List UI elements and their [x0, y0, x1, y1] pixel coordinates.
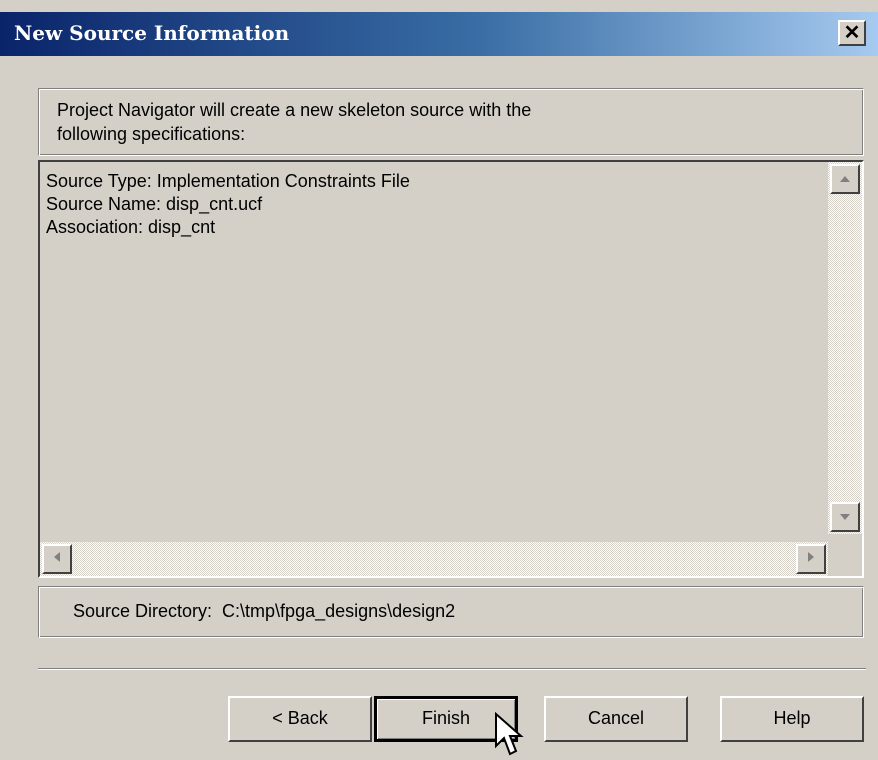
- description-line-1: Project Navigator will create a new skel…: [57, 100, 532, 120]
- left-arrow-icon: [54, 552, 60, 562]
- description-box: Project Navigator will create a new skel…: [38, 88, 864, 156]
- scroll-left-button[interactable]: [42, 544, 72, 574]
- close-icon: ✕: [843, 22, 861, 44]
- vertical-scrollbar[interactable]: [828, 162, 862, 534]
- mouse-pointer-icon: [495, 712, 524, 756]
- specifications-list[interactable]: Source Type: Implementation Constraints …: [38, 160, 864, 578]
- scroll-up-button[interactable]: [830, 164, 860, 194]
- description-line-2: following specifications:: [57, 124, 246, 144]
- up-arrow-icon: [840, 176, 850, 182]
- cancel-button[interactable]: Cancel: [544, 696, 688, 742]
- title-bar[interactable]: New Source Information ✕: [0, 12, 878, 56]
- down-arrow-icon: [840, 514, 850, 520]
- back-button[interactable]: < Back: [228, 696, 372, 742]
- source-name-line: Source Name: disp_cnt.ucf: [46, 194, 263, 214]
- specifications-text: Source Type: Implementation Constraints …: [46, 170, 410, 239]
- scroll-right-button[interactable]: [796, 544, 826, 574]
- description-text: Project Navigator will create a new skel…: [57, 98, 531, 146]
- scroll-down-button[interactable]: [830, 502, 860, 532]
- association-line: Association: disp_cnt: [46, 217, 216, 237]
- source-type-line: Source Type: Implementation Constraints …: [46, 171, 410, 191]
- source-directory-value: C:\tmp\fpga_designs\design2: [222, 601, 456, 621]
- right-arrow-icon: [808, 552, 814, 562]
- horizontal-scrollbar[interactable]: [40, 542, 828, 576]
- scrollbar-corner: [828, 542, 862, 576]
- new-source-dialog: New Source Information ✕ Project Navigat…: [0, 0, 878, 760]
- close-button[interactable]: ✕: [838, 20, 866, 46]
- dialog-title: New Source Information: [14, 21, 290, 45]
- source-directory-label: Source Directory:: [73, 601, 213, 621]
- source-directory-box: Source Directory: C:\tmp\fpga_designs\des…: [38, 586, 864, 638]
- separator-line: [38, 668, 866, 670]
- source-directory-text: Source Directory: C:\tmp\fpga_designs\des…: [73, 601, 455, 622]
- help-button[interactable]: Help: [720, 696, 864, 742]
